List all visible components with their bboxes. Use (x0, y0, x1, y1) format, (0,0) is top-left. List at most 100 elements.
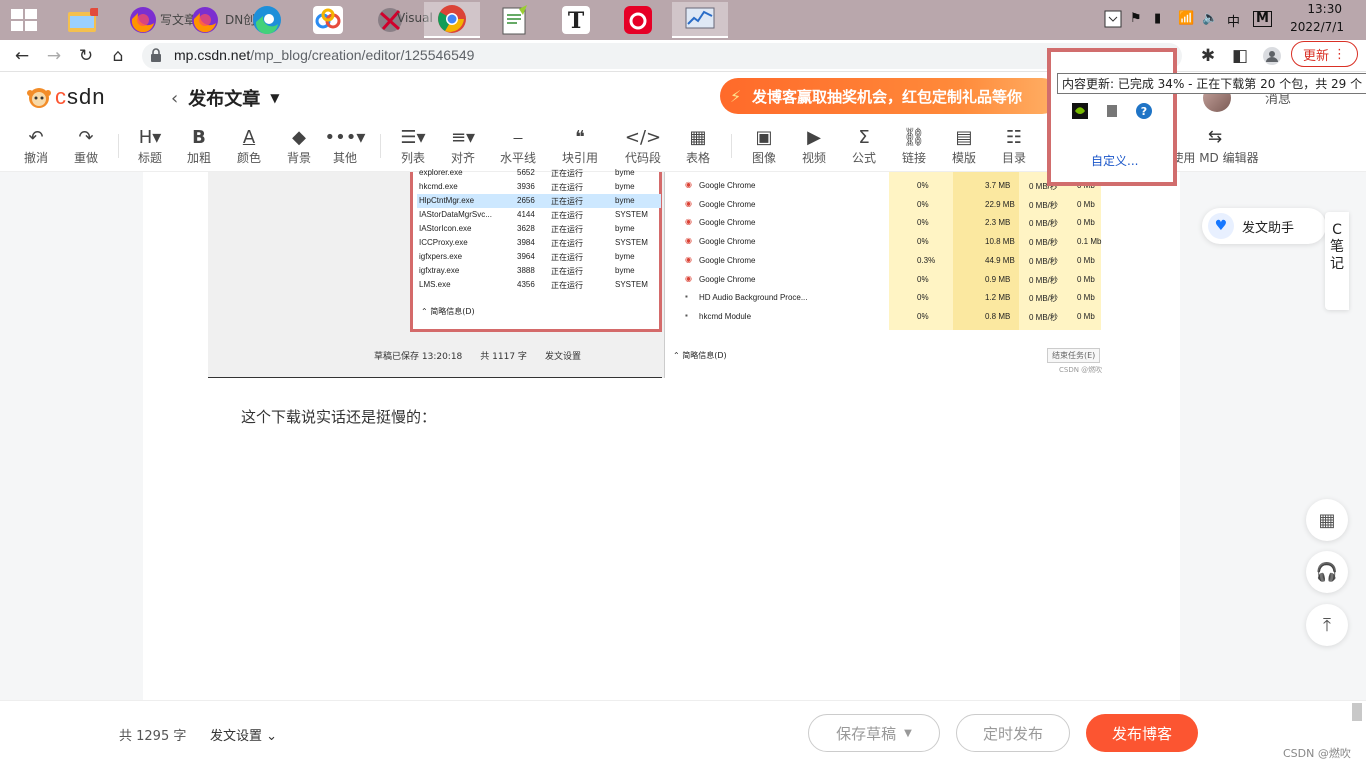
reload-icon[interactable]: ↻ (74, 44, 98, 68)
back-icon[interactable]: ← (10, 44, 34, 68)
home-icon[interactable]: ⌂ (106, 44, 130, 68)
video-button[interactable]: ▶ 视频 (792, 125, 836, 169)
process-user: SYSTEM (615, 280, 648, 289)
video-label: 视频 (801, 151, 826, 165)
file-explorer-icon[interactable] (54, 2, 110, 38)
process-list-footer-text: 简略信息(D) (430, 307, 475, 316)
network-icon[interactable]: 📶 (1178, 11, 1194, 26)
task-disk: 0 MB/秒 (1029, 200, 1058, 210)
bold-button[interactable]: B 加粗 (177, 125, 221, 169)
process-pid: 3984 (517, 238, 535, 247)
background-button[interactable]: ◆ 背景 (277, 125, 321, 169)
switch-md-editor-button[interactable]: ⇆ 使用 MD 编辑器 (1165, 125, 1265, 166)
process-name: igfxpers.exe (419, 252, 463, 261)
template-button[interactable]: ▤ 模版 (942, 125, 986, 169)
process-name: hkcmd.exe (419, 182, 458, 191)
side-panel-icon[interactable]: ◧ (1228, 44, 1252, 68)
scrollbar-thumb[interactable] (1352, 703, 1362, 721)
task-network: 0 Mb (1077, 218, 1095, 228)
image-button[interactable]: ▣ 图像 (742, 125, 786, 169)
help-icon[interactable]: ? (1135, 102, 1153, 120)
toc-button[interactable]: ☷ 目录 (992, 125, 1036, 169)
tray-customize-link[interactable]: 自定义... (1091, 152, 1138, 169)
heading-button[interactable]: H▾ 标题 (128, 125, 172, 169)
edge-icon[interactable] (239, 2, 295, 38)
scheduled-publish-button[interactable]: 定时发布 (956, 714, 1070, 752)
writing-assistant-button[interactable]: ♥ 发文助手 (1202, 208, 1326, 244)
resource-monitor-icon[interactable] (672, 2, 728, 38)
task-name: Google Chrome (699, 181, 756, 190)
task-cpu: 0% (917, 311, 929, 321)
process-list-panel: ⌃ 简略信息(D) explorer.exe 5652 正在运行 byme hkcmd.… (410, 168, 662, 332)
tray-app-icon[interactable] (1103, 102, 1121, 120)
extensions-icon[interactable]: ✱ (1196, 44, 1220, 68)
lock-icon[interactable] (150, 48, 162, 62)
battery-icon[interactable]: ▮ (1154, 11, 1161, 26)
embedded-status-bar: 草稿已保存 13:20:18 共 1117 字 发文设置 (374, 349, 581, 362)
back-to-top-icon[interactable]: ⤒ (1306, 604, 1348, 646)
hr-button[interactable]: ⎯ 水平线 (496, 125, 540, 169)
typora-icon[interactable]: T (548, 2, 604, 38)
task-name: Google Chrome (699, 218, 756, 228)
task-name: Google Chrome (699, 237, 756, 247)
color-button[interactable]: A 颜色 (227, 125, 271, 169)
ime-indicator[interactable]: 中 (1227, 11, 1240, 30)
align-button[interactable]: ≡▾ 对齐 (441, 125, 485, 169)
other-button[interactable]: •••▾ 其他 (323, 125, 367, 169)
csdn-logo[interactable]: csdn (26, 84, 105, 110)
profile-icon[interactable] (1260, 44, 1284, 68)
process-status: 正在运行 (551, 225, 583, 234)
back-chevron-icon[interactable]: ‹ (171, 88, 178, 109)
notes-tab[interactable]: C 笔 记 (1325, 212, 1349, 310)
task-cpu: 0% (917, 199, 929, 209)
redo-button[interactable]: ↷ 重做 (64, 125, 108, 169)
notes-tab-char: C (1332, 222, 1342, 238)
show-hidden-icons-icon[interactable] (1104, 10, 1122, 32)
windows-start-icon[interactable] (10, 8, 38, 32)
task-network: 0.1 Mb (1077, 237, 1102, 247)
headset-icon[interactable]: 🎧 (1306, 551, 1348, 593)
task-disk: 0 MB/秒 (1029, 219, 1058, 229)
more-menu-icon: ⋮ (1333, 46, 1346, 62)
body-paragraph[interactable]: 这个下载说实话还是挺慢的： (241, 406, 436, 427)
undo-button[interactable]: ↶ 撤消 (14, 125, 58, 169)
list-button[interactable]: ☰▾ 列表 (391, 125, 435, 169)
task-network: 0 Mb (1077, 199, 1095, 209)
netease-music-icon[interactable] (610, 2, 666, 38)
process-status: 正在运行 (551, 267, 583, 276)
process-name: explorer.exe (419, 168, 463, 177)
process-name: IAStorDataMgrSvc... (419, 210, 492, 219)
baidu-netdisk-icon[interactable] (300, 2, 356, 38)
qrcode-icon[interactable]: ▦ (1306, 499, 1348, 541)
volume-icon[interactable]: 🔈 (1202, 11, 1218, 26)
link-button[interactable]: ⛓ 链接 (892, 125, 936, 169)
table-button[interactable]: ▦ 表格 (676, 125, 720, 169)
nvidia-icon[interactable] (1071, 102, 1089, 120)
save-draft-button[interactable]: 保存草稿 ▼ (808, 714, 940, 752)
chrome-icon[interactable] (424, 2, 480, 38)
background-icon: ◆ (292, 126, 306, 148)
promo-banner[interactable]: ⚡ 发博客赢取抽奖机会，红包定制礼品等你 (720, 78, 1060, 114)
forward-icon[interactable]: → (42, 44, 66, 68)
embedded-post-settings: 发文设置 (544, 352, 581, 362)
url-host: mp.csdn.net (174, 47, 251, 63)
formula-button[interactable]: Σ 公式 (842, 125, 886, 169)
ime-mode-indicator[interactable]: M (1253, 11, 1272, 27)
address-bar[interactable]: mp.csdn.net/mp_blog/creation/editor/1255… (142, 43, 1182, 69)
notepad-plus-icon[interactable] (486, 2, 542, 38)
flag-icon[interactable]: ⚑ (1130, 11, 1142, 26)
publish-button[interactable]: 发布博客 (1086, 714, 1198, 752)
word-count: 共 1295 字 (119, 729, 187, 744)
blockquote-button[interactable]: ❝ 块引用 (558, 125, 602, 169)
code-button[interactable]: </> 代码段 (621, 125, 665, 169)
browser-update-button[interactable]: 更新 ⋮ (1291, 41, 1358, 67)
post-settings-dropdown[interactable]: 发文设置 ⌄ (210, 725, 277, 744)
clock-date[interactable]: 2022/7/1 (1290, 20, 1344, 34)
align-icon: ≡▾ (450, 126, 476, 148)
caret-down-icon[interactable]: ▼ (270, 91, 279, 105)
csdn-mascot-icon (27, 88, 51, 108)
process-status: 正在运行 (551, 197, 583, 206)
task-cpu: 0% (917, 293, 929, 303)
redo-label: 重做 (73, 151, 98, 165)
clock-time[interactable]: 13:30 (1307, 2, 1342, 16)
